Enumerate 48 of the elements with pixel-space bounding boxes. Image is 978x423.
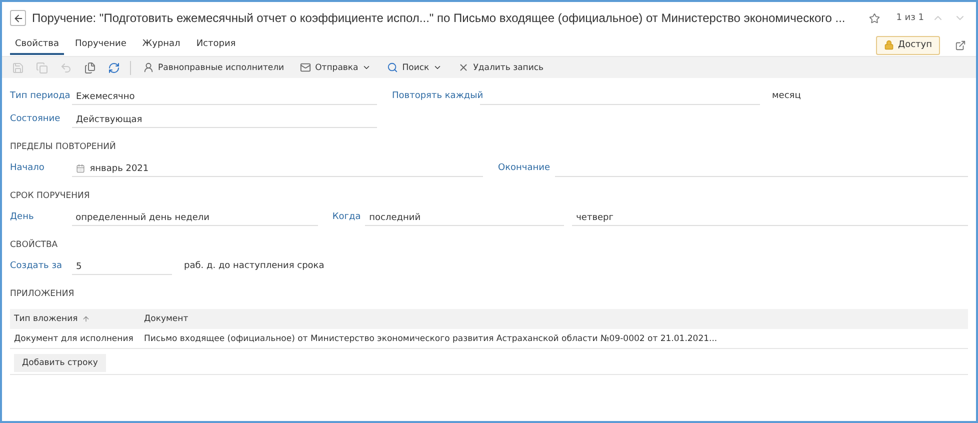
arrow-left-icon [12,12,24,24]
search-button[interactable]: Поиск [383,62,446,73]
envelope-icon [300,62,312,73]
state-field[interactable]: Действующая [72,108,377,128]
when-field[interactable]: последний [365,206,564,226]
field-label: Начало [10,163,46,175]
field-label: Окончание [498,163,552,175]
tab[interactable]: Журнал [137,36,186,54]
day-field[interactable]: определенный день недели [72,206,318,226]
start-field[interactable]: январь 2021 [72,157,483,177]
tab[interactable]: История [191,36,241,54]
calendar-icon[interactable] [76,164,85,173]
sort-icon [82,315,90,323]
delete-record-button[interactable]: Удалить запись [454,62,548,73]
table-cell-text: Письмо входящее (официальное) от Министерство экономического развития Астраханской области №09-0002 от 21.01.2021... [143,334,718,344]
field-label: День [10,212,35,224]
back-button[interactable] [10,10,26,26]
caret-icon [362,63,372,72]
column-header[interactable]: Тип вложения [10,314,140,324]
field-label: Тип периода [10,91,72,103]
field-label: Когда [332,212,362,224]
close-icon [458,62,470,73]
days-suffix-text: раб. д. до наступления срока [183,261,324,273]
access-button[interactable]: Доступ [876,36,940,54]
section-title: ПРЕДЕЛЫ ПОВТОРЕНИЙ [10,142,117,152]
equal-executors-button[interactable]: Равноправные исполнители [139,62,288,73]
unit-text: месяц [771,91,801,103]
window-title: Поручение: "Подготовить ежемесячный отчет о коэффициенте испол..." по Письмо входящее (официальное) от Министерство экономического ... [32,11,846,25]
column-header[interactable]: Документ [140,314,968,324]
send-button[interactable]: Отправка [296,62,376,73]
add-row-button[interactable]: Добавить строку [14,354,106,372]
pager-text: 1 из 1 [896,13,924,23]
documents-icon[interactable] [82,60,98,76]
search-icon [387,62,398,73]
tab[interactable]: Поручение [70,36,132,54]
period-type-field[interactable]: Ежемесячно [72,85,377,105]
section-title: ПРИЛОЖЕНИЯ [10,289,76,299]
person-icon [143,62,154,73]
table-cell-text: Документ для исполнения [13,334,134,344]
days-field[interactable]: 5 [72,255,172,275]
caret-icon [433,63,442,72]
section-title: СРОК ПОРУЧЕНИЯ [10,191,91,201]
field-label: Состояние [10,114,62,126]
section-title: СВОЙСТВА [10,240,59,250]
lock-icon [884,40,894,50]
field-label: Повторять каждый [392,91,480,103]
field-label: Создать за [10,261,64,273]
weekday-field[interactable]: четверг [572,206,968,226]
